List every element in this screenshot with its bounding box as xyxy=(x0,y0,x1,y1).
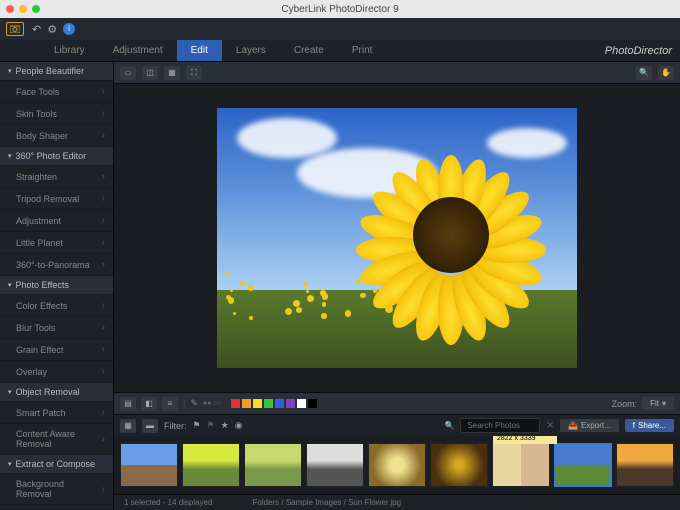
tools-row: ▤ ◧ ≡ | ✎ ●●.○○ Zoom: Fit ▾ xyxy=(114,392,680,414)
compare-icon[interactable]: ◧ xyxy=(141,397,157,411)
color-swatch[interactable] xyxy=(264,399,273,408)
traffic-lights xyxy=(6,5,40,13)
color-swatch[interactable] xyxy=(275,399,284,408)
zoom-select[interactable]: Fit ▾ xyxy=(642,397,674,410)
app-logo-icon xyxy=(6,22,24,36)
strip-icon[interactable]: ▬ xyxy=(142,419,158,433)
tab-print[interactable]: Print xyxy=(338,40,387,61)
close-dot[interactable] xyxy=(6,5,14,13)
sidebar-item-color-effects[interactable]: Color Effects xyxy=(0,295,113,317)
list-icon[interactable]: ≡ xyxy=(162,397,178,411)
sidebar: People BeautifierFace ToolsSkin ToolsBod… xyxy=(0,62,114,510)
maximize-dot[interactable] xyxy=(32,5,40,13)
star-icon[interactable]: ★ xyxy=(221,420,229,431)
sidebar-item--to-panorama[interactable]: 360°-to-Panorama xyxy=(0,254,113,276)
color-swatch[interactable] xyxy=(253,399,262,408)
view-single-icon[interactable]: ▭ xyxy=(120,66,136,80)
thumbnail[interactable] xyxy=(616,443,674,487)
status-count: 1 selected - 14 displayed xyxy=(124,498,213,507)
thumbnail[interactable] xyxy=(182,443,240,487)
sidebar-item-content-aware-removal[interactable]: Content Aware Removal xyxy=(0,424,113,455)
section--photo-editor[interactable]: 360° Photo Editor xyxy=(0,147,113,166)
share-button[interactable]: f Share... xyxy=(625,419,674,432)
hand-icon[interactable]: ✋ xyxy=(658,66,674,80)
section-people-beautifier[interactable]: People Beautifier xyxy=(0,62,113,81)
thumbnail[interactable] xyxy=(430,443,488,487)
color-swatch[interactable] xyxy=(231,399,240,408)
filter-label: Filter: xyxy=(164,421,187,431)
thumbnail[interactable] xyxy=(554,443,612,487)
undo-icon[interactable]: ↶ xyxy=(32,23,41,36)
sidebar-item-grain-effect[interactable]: Grain Effect xyxy=(0,339,113,361)
section-photo-effects[interactable]: Photo Effects xyxy=(0,276,113,295)
section-extract-or-compose[interactable]: Extract or Compose xyxy=(0,455,113,474)
thumbnail[interactable] xyxy=(120,443,178,487)
sidebar-item-blur-tools[interactable]: Blur Tools xyxy=(0,317,113,339)
main-tabs: LibraryAdjustmentEditLayersCreatePrint Ph… xyxy=(0,40,680,62)
search-input[interactable] xyxy=(460,418,540,433)
color-tag-icon[interactable]: ◉ xyxy=(235,420,243,431)
status-bar: 1 selected - 14 displayed Folders / Samp… xyxy=(114,494,680,510)
app-header: ↶ ⚙ i xyxy=(0,18,680,40)
sidebar-item-little-planet[interactable]: Little Planet xyxy=(0,232,113,254)
color-swatch[interactable] xyxy=(297,399,306,408)
zoom-label: Zoom: xyxy=(612,399,638,409)
thumbnail[interactable] xyxy=(244,443,302,487)
settings-icon[interactable]: ⚙ xyxy=(47,23,57,36)
color-swatch[interactable] xyxy=(286,399,295,408)
tab-edit[interactable]: Edit xyxy=(177,40,222,61)
thumbnail[interactable]: SkinSmoother.jpg12/05/11 15:26:482822 x … xyxy=(492,443,550,487)
status-path: Folders / Sample Images / Sun Flower.jpg xyxy=(253,498,402,507)
histogram-icon[interactable]: ▤ xyxy=(120,397,136,411)
thumbnail[interactable] xyxy=(306,443,364,487)
sidebar-item-skin-tools[interactable]: Skin Tools xyxy=(0,103,113,125)
content-area: ▭ ◫ ▦ ⛶ 🔍 ✋ ▤ ◧ ≡ | ✎ ●●.○○ xyxy=(114,62,680,510)
brush-icon[interactable]: ✎ xyxy=(190,398,198,409)
sidebar-item-photo-composer[interactable]: Photo Composer xyxy=(0,505,113,510)
filter-row: ▦ ▬ Filter: ⚑ ⚑ ★ ◉ 🔍 ✕ 📤 Export... f Sh… xyxy=(114,414,680,436)
sidebar-item-face-tools[interactable]: Face Tools xyxy=(0,81,113,103)
sidebar-item-tripod-removal[interactable]: Tripod Removal xyxy=(0,188,113,210)
sidebar-item-adjustment[interactable]: Adjustment xyxy=(0,210,113,232)
clear-search-icon[interactable]: ✕ xyxy=(546,420,554,431)
sidebar-item-body-shaper[interactable]: Body Shaper xyxy=(0,125,113,147)
window-title: CyberLink PhotoDirector 9 xyxy=(281,4,398,15)
thumbnail-tooltip: SkinSmoother.jpg12/05/11 15:26:482822 x … xyxy=(493,436,557,444)
view-screen-icon[interactable]: ⛶ xyxy=(186,66,202,80)
sidebar-item-straighten[interactable]: Straighten xyxy=(0,166,113,188)
main-photo xyxy=(217,108,577,368)
canvas-toolbar: ▭ ◫ ▦ ⛶ 🔍 ✋ xyxy=(114,62,680,84)
flag-off-icon[interactable]: ⚑ xyxy=(207,420,215,431)
color-swatch[interactable] xyxy=(242,399,251,408)
grid-icon[interactable]: ▦ xyxy=(120,419,136,433)
view-grid-icon[interactable]: ▦ xyxy=(164,66,180,80)
brand-label: PhotoDirector xyxy=(605,45,672,57)
section-object-removal[interactable]: Object Removal xyxy=(0,383,113,402)
sidebar-item-background-removal[interactable]: Background Removal xyxy=(0,474,113,505)
canvas[interactable] xyxy=(114,84,680,392)
thumbnail[interactable] xyxy=(368,443,426,487)
tab-layers[interactable]: Layers xyxy=(222,40,280,61)
tab-adjustment[interactable]: Adjustment xyxy=(99,40,177,61)
sidebar-item-smart-patch[interactable]: Smart Patch xyxy=(0,402,113,424)
tab-library[interactable]: Library xyxy=(40,40,99,61)
flag-icon[interactable]: ⚑ xyxy=(193,420,201,431)
color-swatch[interactable] xyxy=(308,399,317,408)
search-icon[interactable]: 🔍 xyxy=(636,66,652,80)
titlebar: CyberLink PhotoDirector 9 xyxy=(0,0,680,18)
minimize-dot[interactable] xyxy=(19,5,27,13)
sidebar-item-overlay[interactable]: Overlay xyxy=(0,361,113,383)
export-button[interactable]: 📤 Export... xyxy=(560,419,619,432)
tab-create[interactable]: Create xyxy=(280,40,338,61)
view-compare-icon[interactable]: ◫ xyxy=(142,66,158,80)
filmstrip: SkinSmoother.jpg12/05/11 15:26:482822 x … xyxy=(114,436,680,494)
info-icon[interactable]: i xyxy=(63,23,75,35)
